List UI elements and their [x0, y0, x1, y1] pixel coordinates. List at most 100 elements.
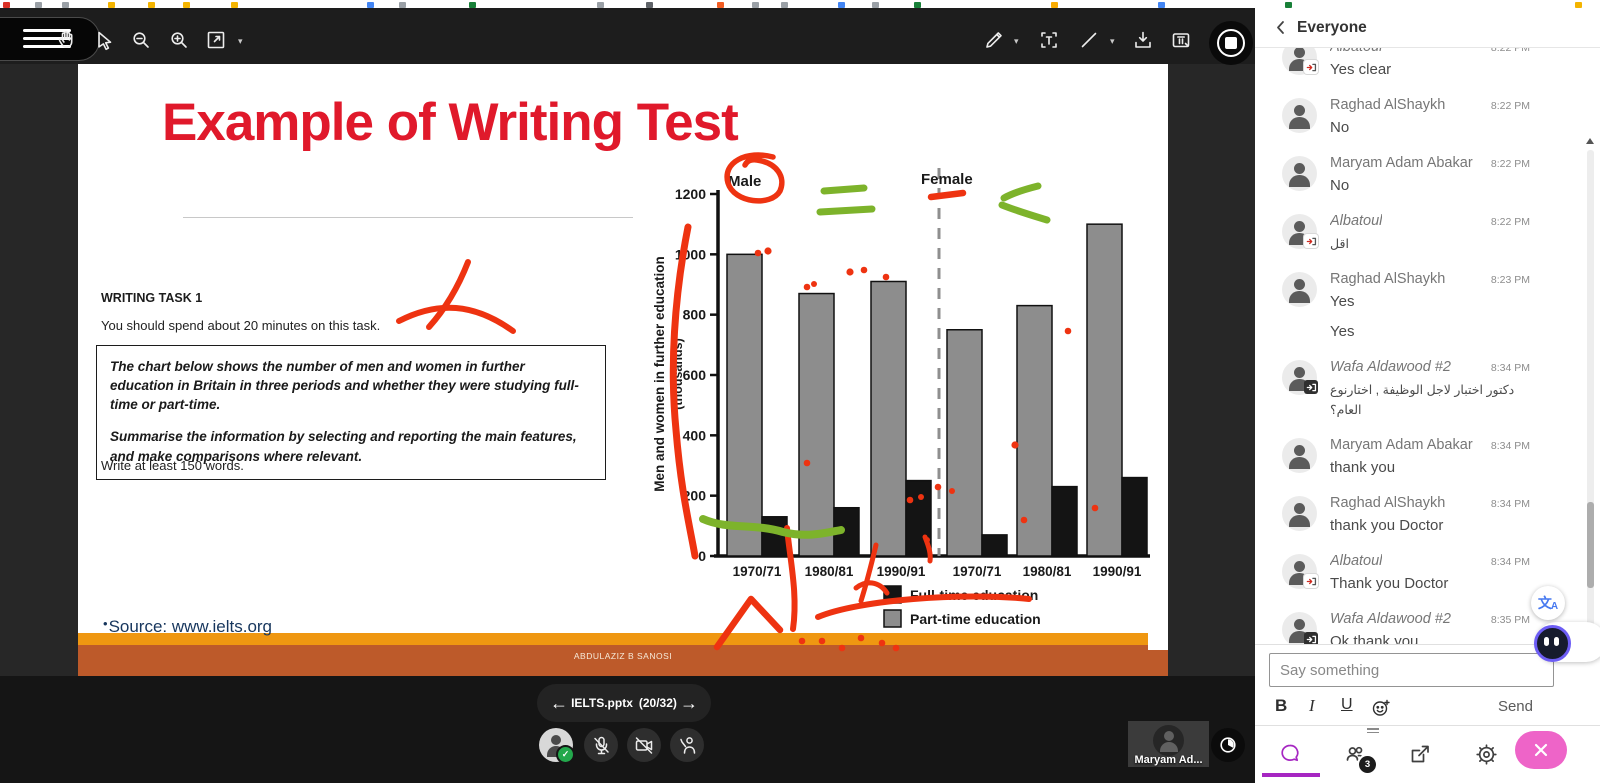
download-annotations-button[interactable] — [1127, 24, 1159, 56]
microphone-muted-button[interactable] — [584, 728, 618, 762]
line-tool-button[interactable] — [1073, 24, 1105, 56]
message-time: 8:22 PM — [1491, 216, 1530, 228]
bold-button[interactable]: B — [1275, 696, 1287, 716]
underline-button[interactable]: U — [1341, 696, 1353, 714]
bookmark-icon — [914, 2, 921, 8]
svg-text:Full-time education: Full-time education — [910, 587, 1038, 603]
title-divider — [183, 217, 633, 218]
tab-public-chat[interactable] — [1270, 734, 1310, 774]
chat-message: Wafa Aldawood #2 8:34 PM دكتور اختبار لا… — [1282, 358, 1600, 420]
scrollbar-thumb[interactable] — [1587, 502, 1594, 588]
tab-participants[interactable]: 3 — [1335, 734, 1375, 774]
bookmark-icon — [1285, 2, 1292, 8]
presentation-slide: Example of Writing Test WRITING TASK 1 Y… — [78, 64, 1168, 676]
svg-text:Men and women in further educa: Men and women in further education — [652, 256, 667, 492]
line-options-caret[interactable]: ▾ — [1110, 36, 1115, 47]
assistant-face-button[interactable] — [1534, 625, 1571, 662]
chat-message-list: Albatoul 8:22 PM Yes clear Raghad AlShay… — [1255, 48, 1600, 644]
scroll-up-arrow[interactable] — [1586, 138, 1594, 144]
bookmark-icon — [148, 2, 155, 8]
bookmark-icon — [872, 2, 879, 8]
message-text: No — [1330, 176, 1530, 196]
camera-off-button[interactable] — [627, 728, 661, 762]
bookmark-icon — [231, 2, 238, 8]
message-author: Albatoul — [1330, 552, 1382, 570]
task-intro: You should spend about 20 minutes on thi… — [101, 318, 380, 333]
translate-button[interactable]: 文A — [1531, 586, 1565, 620]
pencil-icon — [982, 28, 1006, 52]
share-button[interactable] — [1400, 734, 1440, 774]
bookmark-icon — [1575, 2, 1582, 8]
bookmark-icon — [646, 2, 653, 8]
bookmark-icon — [35, 2, 42, 8]
message-text: thank you — [1330, 458, 1530, 478]
svg-text:1200: 1200 — [675, 186, 706, 202]
svg-text:Female: Female — [921, 171, 973, 188]
bookmark-icon — [838, 2, 845, 8]
zoom-out-button[interactable] — [125, 24, 157, 56]
svg-text:0: 0 — [698, 548, 706, 564]
bookmark-icon — [597, 2, 604, 8]
settings-button[interactable] — [1466, 734, 1506, 774]
message-text: No — [1330, 118, 1530, 138]
chat-panel: Everyone Albatoul 8:22 PM Yes clear Ragh… — [1255, 8, 1600, 783]
active-tab-indicator — [1262, 773, 1320, 777]
svg-text:Male: Male — [728, 173, 761, 190]
svg-text:800: 800 — [683, 307, 707, 323]
message-time: 8:34 PM — [1491, 362, 1530, 374]
italic-button[interactable]: I — [1309, 696, 1315, 716]
education-chart: 020040060080010001200Men and women in fu… — [630, 150, 1155, 650]
message-body: thank you Doctor — [1282, 516, 1530, 536]
emoji-button[interactable] — [1371, 698, 1391, 723]
next-slide-button[interactable]: → — [680, 694, 698, 712]
zoom-out-icon — [129, 28, 153, 52]
text-tool-icon — [1037, 28, 1061, 52]
bookmark-icon — [1051, 2, 1058, 8]
hand-tool-button[interactable] — [50, 24, 82, 56]
svg-text:1970/71: 1970/71 — [733, 564, 782, 579]
avatar — [1282, 156, 1317, 191]
message-body: Ok thank you — [1282, 632, 1530, 644]
format-toolbar: B I U Send — [1255, 694, 1600, 722]
raise-hand-button[interactable] — [670, 728, 704, 762]
stop-presentation-button[interactable] — [1209, 21, 1253, 65]
message-text: Thank you Doctor — [1330, 574, 1530, 594]
back-chevron-icon[interactable] — [1273, 19, 1289, 41]
message-time: 8:23 PM — [1491, 274, 1530, 286]
logged-out-badge — [1304, 632, 1318, 644]
message-body: No — [1282, 118, 1530, 138]
user-avatar-button[interactable]: ✓ — [539, 728, 573, 762]
avatar — [1282, 438, 1317, 473]
chat-bubble-icon — [1277, 741, 1303, 767]
chat-message: Maryam Adam Abakar 8:34 PM thank you — [1282, 436, 1600, 478]
line-icon — [1077, 28, 1101, 52]
session-timer-button[interactable] — [1211, 728, 1245, 762]
connected-check-badge: ✓ — [556, 745, 575, 764]
message-author: Albatoul — [1330, 212, 1382, 230]
task-heading: WRITING TASK 1 — [101, 291, 202, 305]
svg-text:200: 200 — [683, 488, 707, 504]
webcam-username: Maryam Ad... — [1128, 754, 1209, 766]
clear-annotations-button[interactable] — [1165, 24, 1197, 56]
pencil-options-caret[interactable]: ▾ — [1014, 36, 1019, 47]
chat-scrollbar[interactable] — [1587, 150, 1594, 632]
clock-icon — [1217, 734, 1239, 756]
close-panel-button[interactable] — [1515, 731, 1567, 769]
pencil-tool-button[interactable] — [978, 24, 1010, 56]
message-time: 8:34 PM — [1491, 498, 1530, 510]
text-tool-button[interactable] — [1033, 24, 1065, 56]
message-text: Yes — [1330, 292, 1530, 312]
message-text: Yes — [1330, 322, 1530, 342]
message-text: thank you Doctor — [1330, 516, 1530, 536]
webcam-thumbnail[interactable]: Maryam Ad... — [1128, 721, 1209, 767]
chat-message-input[interactable] — [1269, 653, 1554, 687]
pointer-tool-button[interactable] — [88, 24, 120, 56]
previous-slide-button[interactable]: ← — [550, 694, 568, 712]
send-button[interactable]: Send — [1498, 698, 1533, 715]
task-box-line: The chart below shows the number of men … — [110, 357, 592, 414]
mic-slash-icon — [589, 733, 613, 757]
avatar — [1282, 272, 1317, 307]
fit-to-screen-button[interactable] — [200, 24, 232, 56]
fit-options-caret[interactable]: ▾ — [238, 36, 243, 47]
zoom-in-button[interactable] — [163, 24, 195, 56]
